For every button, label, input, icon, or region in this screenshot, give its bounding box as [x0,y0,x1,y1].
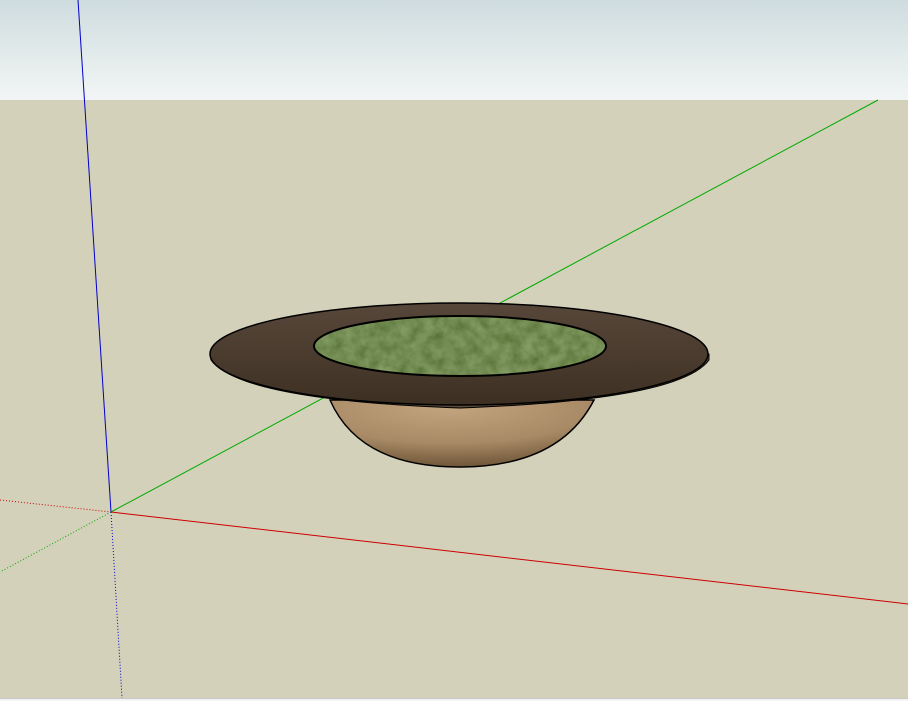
z-axis-positive [77,0,112,513]
z-axis-negative [110,511,123,699]
y-axis-negative [0,511,112,573]
planter-bowl-model[interactable] [209,302,710,468]
x-axis-positive [110,511,908,605]
x-axis-negative [0,499,112,513]
model-scene[interactable] [0,0,908,701]
bowl-body [328,399,596,468]
3d-viewport[interactable] [0,0,908,701]
